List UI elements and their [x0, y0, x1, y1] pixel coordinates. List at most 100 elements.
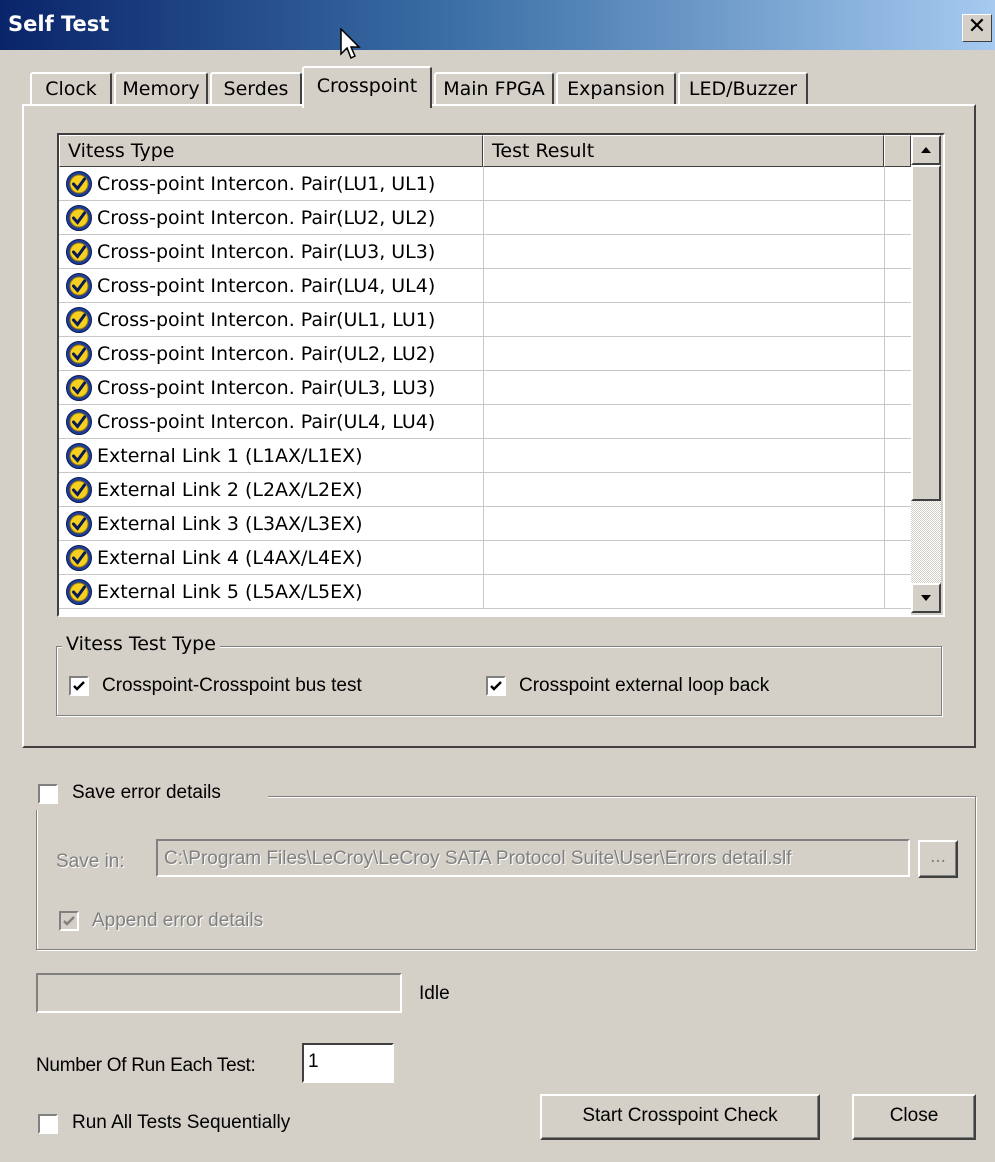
vitess-type-label: External Link 2 (L2AX/L2EX) — [97, 479, 363, 501]
test-result-cell — [483, 167, 885, 200]
vitess-type-cell[interactable]: Cross-point Intercon. Pair(UL2, LU2) — [59, 337, 484, 370]
vitess-type-label: Cross-point Intercon. Pair(LU3, UL3) — [97, 241, 436, 263]
test-result-cell — [483, 371, 885, 404]
scroll-down-button[interactable] — [911, 583, 941, 613]
vitess-type-cell[interactable]: External Link 1 (L1AX/L1EX) — [59, 439, 484, 472]
vitess-type-label: Cross-point Intercon. Pair(LU4, UL4) — [97, 275, 436, 297]
run-all-tests-label[interactable]: Run All Tests Sequentially — [72, 1112, 290, 1134]
check-shield-icon — [65, 510, 93, 538]
table-row[interactable]: Cross-point Intercon. Pair(LU2, UL2) — [59, 201, 911, 235]
table-row[interactable]: External Link 3 (L3AX/L3EX) — [59, 507, 911, 541]
vitess-type-cell[interactable]: External Link 3 (L3AX/L3EX) — [59, 507, 484, 540]
tab-expansion[interactable]: Expansion — [556, 72, 676, 106]
vitess-type-cell[interactable]: Cross-point Intercon. Pair(UL3, LU3) — [59, 371, 484, 404]
test-result-cell — [483, 473, 885, 506]
tab-led-buzzer[interactable]: LED/Buzzer — [678, 72, 808, 106]
column-header-test-result[interactable]: Test Result — [483, 135, 884, 167]
check-shield-icon — [65, 408, 93, 436]
test-result-cell — [483, 405, 885, 438]
vitess-type-label: External Link 1 (L1AX/L1EX) — [97, 445, 363, 467]
vitess-type-cell[interactable]: Cross-point Intercon. Pair(LU1, UL1) — [59, 167, 484, 200]
vitess-type-label: Cross-point Intercon. Pair(UL1, LU1) — [97, 309, 436, 331]
check-shield-icon — [65, 442, 93, 470]
check-shield-icon — [65, 272, 93, 300]
table-row[interactable]: Cross-point Intercon. Pair(UL3, LU3) — [59, 371, 911, 405]
vitess-type-cell[interactable]: Cross-point Intercon. Pair(UL1, LU1) — [59, 303, 484, 336]
test-result-cell — [483, 439, 885, 472]
run-count-input[interactable]: 1 — [302, 1043, 394, 1083]
table-row[interactable]: Cross-point Intercon. Pair(LU1, UL1) — [59, 167, 911, 201]
save-path-text: C:\Program Files\LeCroy\LeCroy SATA Prot… — [164, 848, 792, 869]
table-row[interactable]: Cross-point Intercon. Pair(UL2, LU2) — [59, 337, 911, 371]
tab-memory[interactable]: Memory — [114, 72, 208, 106]
close-window-button[interactable]: ✕ — [962, 14, 992, 42]
vitess-type-label: Cross-point Intercon. Pair(UL2, LU2) — [97, 343, 436, 365]
crosspoint-bus-test-checkbox[interactable] — [69, 676, 89, 696]
checkmark-icon — [490, 681, 502, 691]
test-result-cell — [483, 541, 885, 574]
check-shield-icon — [65, 340, 93, 368]
vitess-type-label: Cross-point Intercon. Pair(LU1, UL1) — [97, 173, 436, 195]
run-count-value: 1 — [308, 1051, 319, 1072]
check-shield-icon — [65, 544, 93, 572]
table-row[interactable]: External Link 5 (L5AX/L5EX) — [59, 575, 911, 609]
vitess-type-label: External Link 5 (L5AX/L5EX) — [97, 581, 363, 603]
test-result-cell — [483, 303, 885, 336]
column-header-vitess-type[interactable]: Vitess Type — [59, 135, 483, 167]
append-error-details-checkbox[interactable] — [59, 911, 79, 931]
close-button[interactable]: Close — [852, 1094, 976, 1140]
run-all-tests-checkbox[interactable] — [38, 1114, 58, 1134]
table-row[interactable]: External Link 4 (L4AX/L4EX) — [59, 541, 911, 575]
table-row[interactable]: Cross-point Intercon. Pair(UL4, LU4) — [59, 405, 911, 439]
vitess-test-list[interactable]: Vitess Type Test Result Cross-point Inte… — [57, 133, 945, 617]
crosspoint-loopback-checkbox[interactable] — [486, 676, 506, 696]
table-row[interactable]: External Link 2 (L2AX/L2EX) — [59, 473, 911, 507]
crosspoint-loopback-label[interactable]: Crosspoint external loop back — [519, 675, 769, 697]
vitess-type-cell[interactable]: Cross-point Intercon. Pair(LU3, UL3) — [59, 235, 484, 268]
vertical-scrollbar[interactable] — [911, 135, 943, 615]
vitess-type-label: Cross-point Intercon. Pair(UL3, LU3) — [97, 377, 436, 399]
test-result-cell — [483, 235, 885, 268]
check-shield-icon — [65, 374, 93, 402]
scroll-up-button[interactable] — [911, 135, 941, 165]
check-shield-icon — [65, 238, 93, 266]
column-header-filler — [884, 135, 911, 167]
save-error-details-label[interactable]: Save error details — [72, 782, 221, 804]
run-count-label: Number Of Run Each Test: — [36, 1055, 256, 1076]
arrow-down-icon — [921, 595, 931, 601]
title-bar[interactable] — [0, 0, 995, 50]
test-result-cell — [483, 201, 885, 234]
vitess-type-cell[interactable]: External Link 2 (L2AX/L2EX) — [59, 473, 484, 506]
window-title: Self Test — [8, 12, 110, 36]
mouse-cursor-icon — [340, 28, 361, 60]
save-error-details-checkbox[interactable] — [38, 784, 58, 804]
check-shield-icon — [65, 306, 93, 334]
arrow-up-icon — [921, 147, 931, 153]
scroll-thumb[interactable] — [911, 165, 941, 501]
vitess-type-cell[interactable]: Cross-point Intercon. Pair(LU2, UL2) — [59, 201, 484, 234]
progress-bar — [36, 973, 402, 1013]
tab-main-fpga[interactable]: Main FPGA — [434, 72, 554, 106]
vitess-type-cell[interactable]: Cross-point Intercon. Pair(LU4, UL4) — [59, 269, 484, 302]
vitess-type-cell[interactable]: External Link 4 (L4AX/L4EX) — [59, 541, 484, 574]
scroll-track[interactable] — [911, 501, 941, 583]
append-error-details-label: Append error details — [92, 910, 264, 931]
table-row[interactable]: External Link 1 (L1AX/L1EX) — [59, 439, 911, 473]
vitess-type-cell[interactable]: External Link 5 (L5AX/L5EX) — [59, 575, 484, 608]
table-row[interactable]: Cross-point Intercon. Pair(UL1, LU1) — [59, 303, 911, 337]
start-crosspoint-check-button[interactable]: Start Crosspoint Check — [540, 1094, 820, 1140]
crosspoint-bus-test-label[interactable]: Crosspoint-Crosspoint bus test — [102, 675, 362, 697]
table-row[interactable]: Cross-point Intercon. Pair(LU4, UL4) — [59, 269, 911, 303]
check-shield-icon — [65, 170, 93, 198]
test-result-cell — [483, 575, 885, 608]
tab-serdes[interactable]: Serdes — [210, 72, 302, 106]
table-row[interactable]: Cross-point Intercon. Pair(LU3, UL3) — [59, 235, 911, 269]
vitess-type-cell[interactable]: Cross-point Intercon. Pair(UL4, LU4) — [59, 405, 484, 438]
test-result-cell — [483, 507, 885, 540]
check-shield-icon — [65, 578, 93, 606]
tab-clock[interactable]: Clock — [30, 72, 112, 106]
browse-button[interactable]: ... — [918, 840, 958, 878]
test-result-cell — [483, 337, 885, 370]
save-path-field[interactable]: C:\Program Files\LeCroy\LeCroy SATA Prot… — [156, 839, 910, 877]
tab-crosspoint[interactable]: Crosspoint — [302, 66, 432, 108]
